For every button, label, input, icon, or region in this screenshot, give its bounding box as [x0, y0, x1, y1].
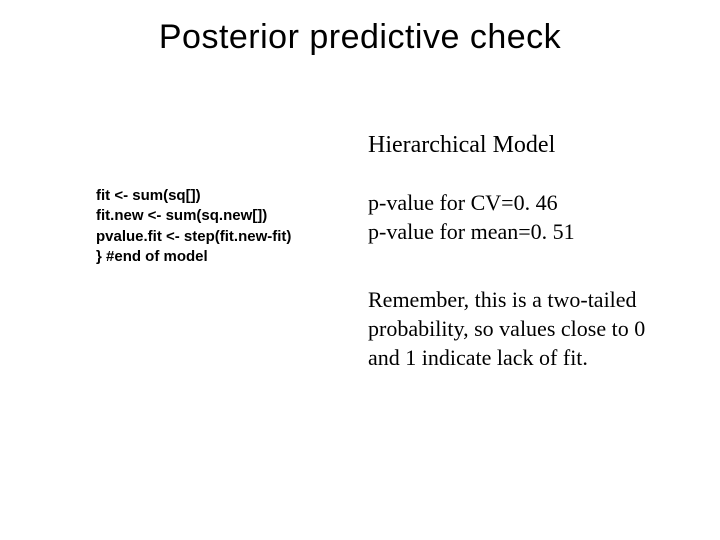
subheading: Hierarchical Model: [368, 130, 668, 161]
code-line: fit <- sum(sq[]): [96, 186, 356, 206]
code-line: } #end of model: [96, 247, 356, 267]
slide: Posterior predictive check fit <- sum(sq…: [0, 0, 720, 540]
code-line: pvalue.fit <- step(fit.new-fit): [96, 227, 356, 247]
pvalue-block: p-value for CV=0. 46 p-value for mean=0.…: [368, 189, 668, 246]
note-text: Remember, this is a two-tailed probabili…: [368, 286, 668, 372]
code-line: fit.new <- sum(sq.new[]): [96, 206, 356, 226]
pvalue-cv: p-value for CV=0. 46: [368, 189, 668, 218]
code-block: fit <- sum(sq[]) fit.new <- sum(sq.new[]…: [96, 186, 356, 267]
slide-title: Posterior predictive check: [0, 18, 720, 57]
pvalue-mean: p-value for mean=0. 51: [368, 218, 668, 247]
right-column: Hierarchical Model p-value for CV=0. 46 …: [368, 130, 668, 372]
